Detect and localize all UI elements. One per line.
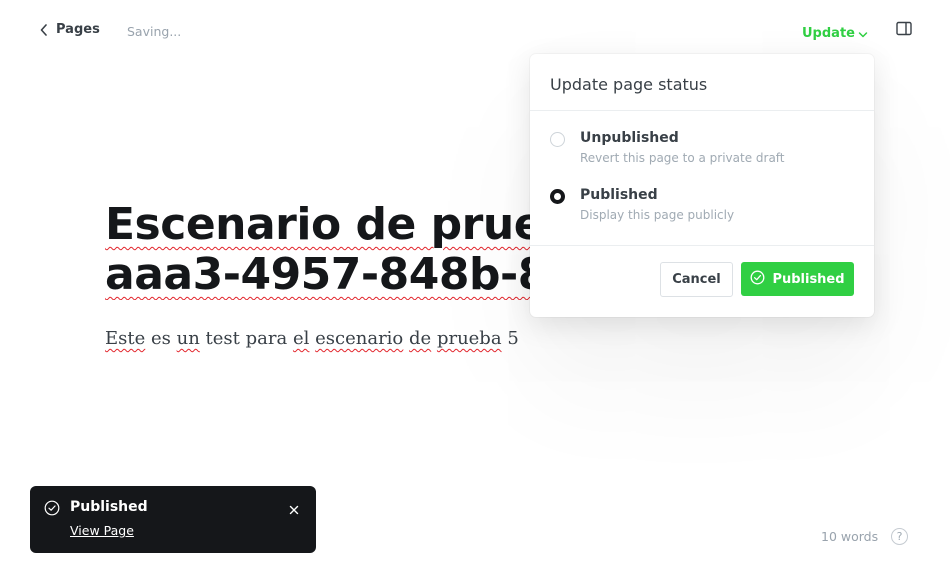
- title-line-2: aaa3-4957-848b-853: [105, 249, 545, 300]
- title-line-1: Escenario de prueba: [105, 200, 545, 250]
- published-button-label: Published: [772, 271, 845, 287]
- close-icon[interactable]: [288, 501, 300, 520]
- option-published[interactable]: Published Display this page publicly: [550, 187, 850, 227]
- view-page-link[interactable]: View Page: [70, 523, 134, 538]
- chevron-down-icon: [858, 24, 868, 43]
- body-word: es: [151, 328, 171, 349]
- sidebar-toggle-button[interactable]: [896, 21, 912, 41]
- chevron-left-icon: [40, 23, 48, 36]
- option-description: Revert this page to a private draft: [580, 151, 785, 165]
- update-status-popover: Update page status Unpublished Revert th…: [530, 54, 874, 317]
- divider: [530, 110, 874, 111]
- cancel-button[interactable]: Cancel: [660, 262, 733, 297]
- post-body[interactable]: Este es un test para el escenario de pru…: [105, 328, 519, 349]
- back-label: Pages: [56, 22, 100, 37]
- body-word: 5: [507, 328, 519, 349]
- option-description: Display this page publicly: [580, 208, 735, 222]
- body-word: el: [292, 328, 310, 349]
- update-label: Update: [802, 26, 855, 41]
- post-title[interactable]: Escenario de prueba aaa3-4957-848b-853: [105, 200, 545, 300]
- body-word: de: [409, 328, 432, 349]
- radio-published[interactable]: [550, 189, 565, 204]
- update-button[interactable]: Update: [802, 24, 868, 43]
- check-circle-icon: [44, 500, 60, 520]
- back-to-pages-link[interactable]: Pages: [40, 22, 100, 37]
- toast-title: Published: [70, 499, 148, 515]
- popover-title: Update page status: [550, 75, 708, 94]
- sidebar-panel-icon: [896, 21, 912, 41]
- word-count: 10 words: [821, 529, 879, 544]
- body-word: prueba: [436, 328, 502, 349]
- option-label: Published: [580, 187, 658, 203]
- toast-notification: Published View Page: [30, 486, 316, 553]
- save-status: Saving...: [127, 24, 182, 39]
- check-circle-icon: [750, 270, 765, 289]
- body-word: Este: [105, 328, 146, 349]
- option-unpublished[interactable]: Unpublished Revert this page to a privat…: [550, 130, 850, 170]
- body-word: un: [176, 328, 200, 349]
- body-word: para: [245, 328, 288, 349]
- body-word: escenario: [315, 328, 404, 349]
- option-label: Unpublished: [580, 130, 679, 146]
- radio-unpublished[interactable]: [550, 132, 565, 147]
- body-word: test: [205, 328, 240, 349]
- published-button[interactable]: Published: [741, 262, 854, 296]
- help-button[interactable]: ?: [891, 528, 908, 545]
- question-icon: ?: [896, 530, 903, 543]
- divider: [530, 245, 874, 246]
